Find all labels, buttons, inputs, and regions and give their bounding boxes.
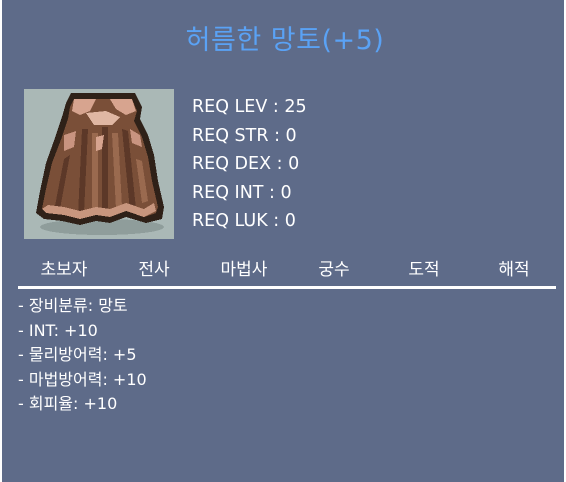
requirements-list: REQ LEV : 25 REQ STR : 0 REQ DEX : 0 REQ… xyxy=(192,93,307,236)
req-int: REQ INT : 0 xyxy=(192,182,292,203)
req-dex: REQ DEX : 0 xyxy=(192,154,300,174)
stat-physical-defense: - 물리방어력: +5 xyxy=(18,345,137,364)
req-luk: REQ LUK : 0 xyxy=(192,211,296,231)
job-pirate: 해적 xyxy=(498,260,530,280)
job-magician: 마법사 xyxy=(220,260,268,280)
req-str: REQ STR : 0 xyxy=(192,125,297,146)
cape-icon xyxy=(24,89,174,239)
job-warrior: 전사 xyxy=(138,260,170,280)
job-bowman: 궁수 xyxy=(318,260,350,280)
item-tooltip: 허름한 망토(+5) REQ LEV: 25 REQ STR: 0 REQ … xyxy=(0,0,566,482)
stat-avoidability: - 회피율: +10 xyxy=(18,394,118,413)
divider xyxy=(18,286,556,289)
job-thief: 도적 xyxy=(408,260,440,280)
req-level: REQ LEV : 25 xyxy=(192,97,307,117)
stats-list: - 장비분류: 망토 - INT: +10 - 물리방어력: +5 - 마법방어… xyxy=(18,294,147,417)
item-title: 허름한 망토(+5) xyxy=(185,25,385,56)
stat-magic-defense: - 마법방어력: +10 xyxy=(18,369,147,389)
stat-int: - INT: +10 xyxy=(18,320,98,340)
job-list: 초보자 전사 마법사 궁수 도적 해적 xyxy=(2,255,566,283)
job-beginner: 초보자 xyxy=(40,260,88,280)
stat-equip-type: - 장비분류: 망토 xyxy=(18,296,128,315)
